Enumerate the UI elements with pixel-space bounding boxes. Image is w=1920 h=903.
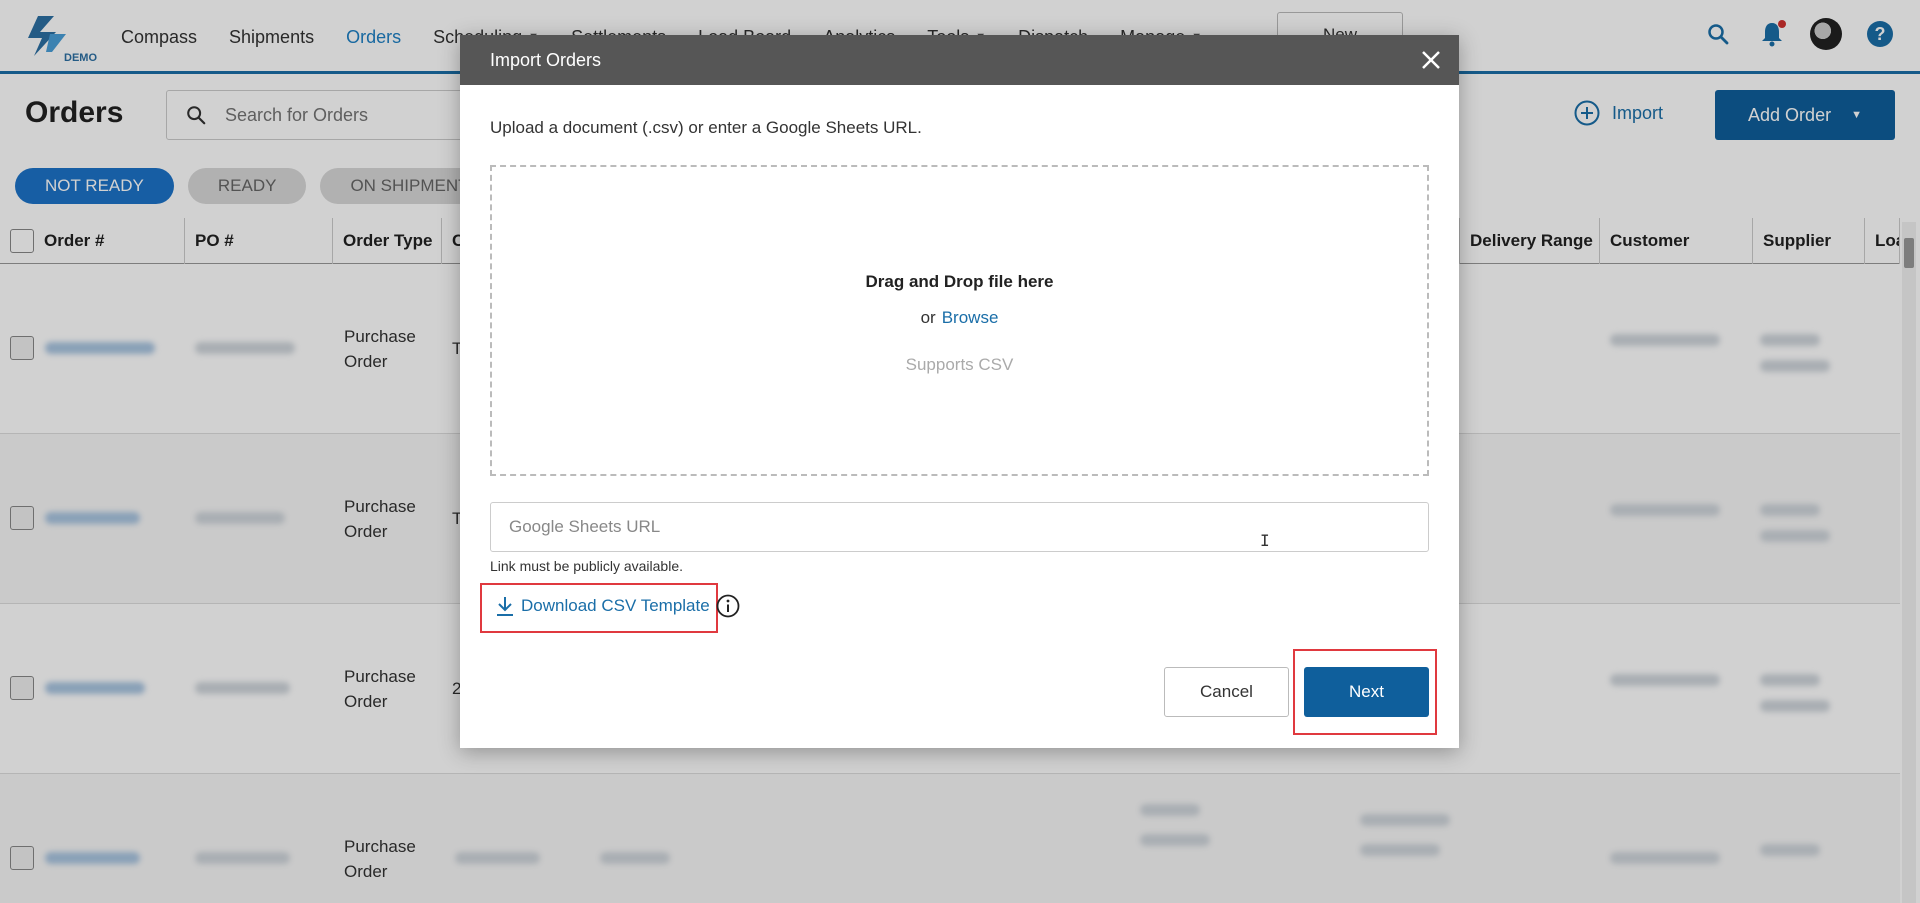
browse-link[interactable]: Browse — [942, 308, 999, 327]
dropzone-or-line: or Browse — [492, 308, 1427, 328]
google-sheets-url-input[interactable] — [490, 502, 1429, 552]
dropzone-title: Drag and Drop file here — [865, 272, 1054, 291]
modal-description: Upload a document (.csv) or enter a Goog… — [490, 118, 922, 137]
modal-header: Import Orders — [460, 35, 1459, 85]
next-button[interactable]: Next — [1304, 667, 1429, 717]
text-cursor-icon: I — [1260, 531, 1270, 550]
import-orders-modal: Import Orders Upload a document (.csv) o… — [460, 35, 1459, 748]
dropzone-or-text: or — [920, 308, 936, 327]
download-csv-template-link[interactable]: Download CSV Template — [495, 594, 740, 618]
download-icon — [497, 597, 513, 616]
cancel-button[interactable]: Cancel — [1164, 667, 1289, 717]
download-label: Download CSV Template — [521, 596, 710, 615]
info-icon[interactable] — [716, 594, 740, 618]
file-dropzone[interactable]: Drag and Drop file here or Browse Support… — [490, 165, 1429, 476]
dropzone-supports: Supports CSV — [905, 355, 1014, 374]
modal-title: Import Orders — [490, 49, 602, 70]
url-note: Link must be publicly available. — [490, 558, 683, 574]
close-icon[interactable] — [1419, 48, 1443, 72]
